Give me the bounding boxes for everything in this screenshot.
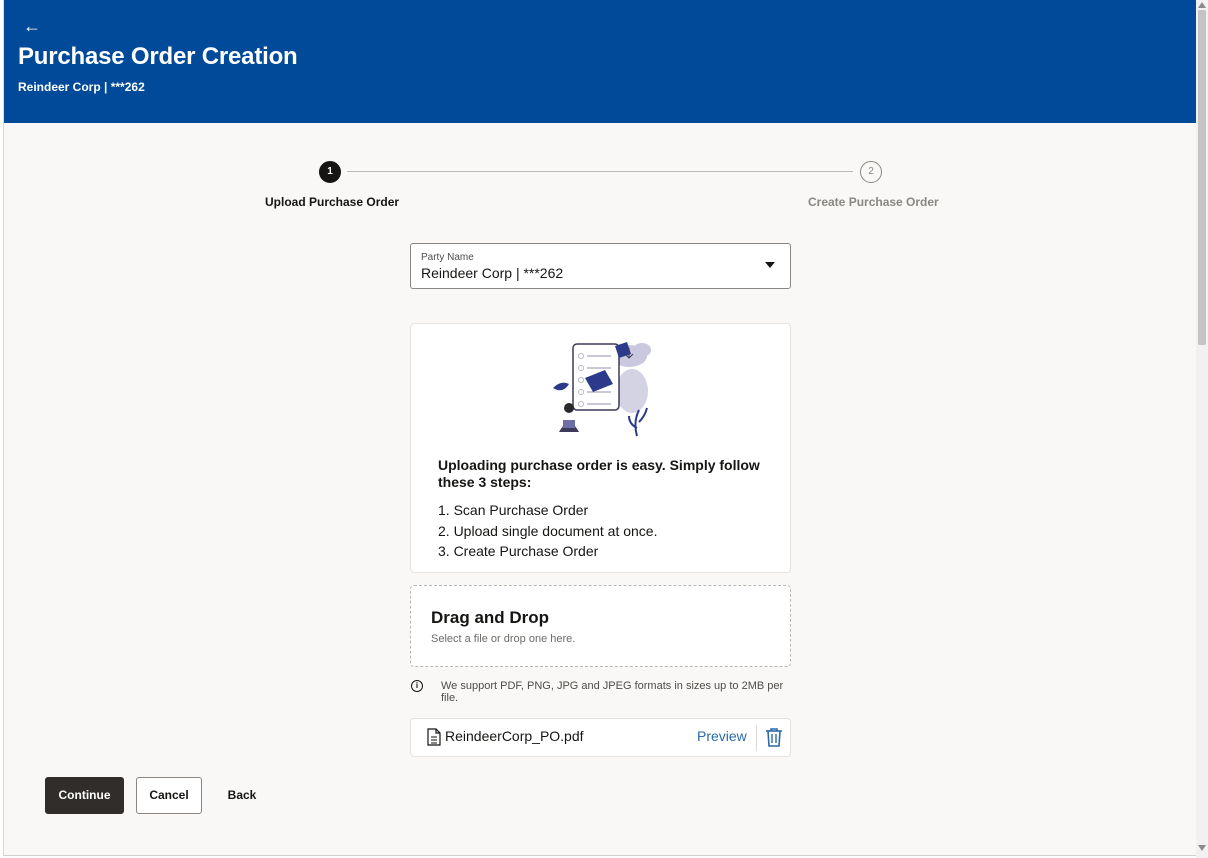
file-drop-zone[interactable]: Drag and Drop Select a file or drop one … [410,585,791,667]
document-icon [427,728,441,746]
step-2-label: Create Purchase Order [808,195,939,209]
step-2-indicator: 2 [860,161,882,183]
divider [756,725,757,751]
instructions-list: 1. Scan Purchase Order 2. Upload single … [438,500,657,562]
uploaded-file-row: ReindeerCorp_PO.pdf Preview [410,718,791,757]
party-name-select[interactable]: Party Name Reindeer Corp | ***262 [410,243,791,289]
upload-instructions-card: Uploading purchase order is easy. Simply… [410,323,791,573]
info-icon: i [411,680,423,692]
drop-zone-title: Drag and Drop [431,608,550,627]
scroll-up-icon[interactable] [1198,2,1206,8]
chevron-down-icon [765,262,775,268]
trash-icon[interactable] [765,727,783,747]
scrollbar-thumb[interactable] [1198,10,1206,345]
list-item: 2. Upload single document at once. [438,522,658,539]
vertical-scrollbar[interactable] [1196,0,1208,858]
continue-button[interactable]: Continue [45,777,124,814]
party-name-label: Party Name [421,252,474,263]
step-connector [347,171,853,172]
party-name-value: Reindeer Corp | ***262 [421,265,564,281]
supported-formats-note: We support PDF, PNG, JPG and JPEG format… [441,680,784,704]
list-item: 3. Create Purchase Order [438,543,599,559]
page-header: ← Purchase Order Creation Reindeer Corp … [4,0,1196,123]
list-item: 1. Scan Purchase Order [438,502,589,518]
file-name: ReindeerCorp_PO.pdf [445,728,584,744]
step-1-indicator: 1 [319,161,341,183]
step-1-label: Upload Purchase Order [265,195,400,209]
scroll-down-icon[interactable] [1198,845,1206,851]
cancel-button[interactable]: Cancel [136,777,202,814]
page-title: Purchase Order Creation [18,43,298,70]
instructions-heading: Uploading purchase order is easy. Simply… [438,457,760,490]
app-window: ← Purchase Order Creation Reindeer Corp … [3,0,1196,856]
page-subtitle: Reindeer Corp | ***262 [18,80,145,94]
preview-link[interactable]: Preview [697,728,747,744]
back-button[interactable]: Back [217,777,267,814]
upload-illustration [553,342,651,437]
arrow-left-icon[interactable]: ← [23,15,45,37]
drop-zone-subtitle: Select a file or drop one here. [431,633,576,645]
